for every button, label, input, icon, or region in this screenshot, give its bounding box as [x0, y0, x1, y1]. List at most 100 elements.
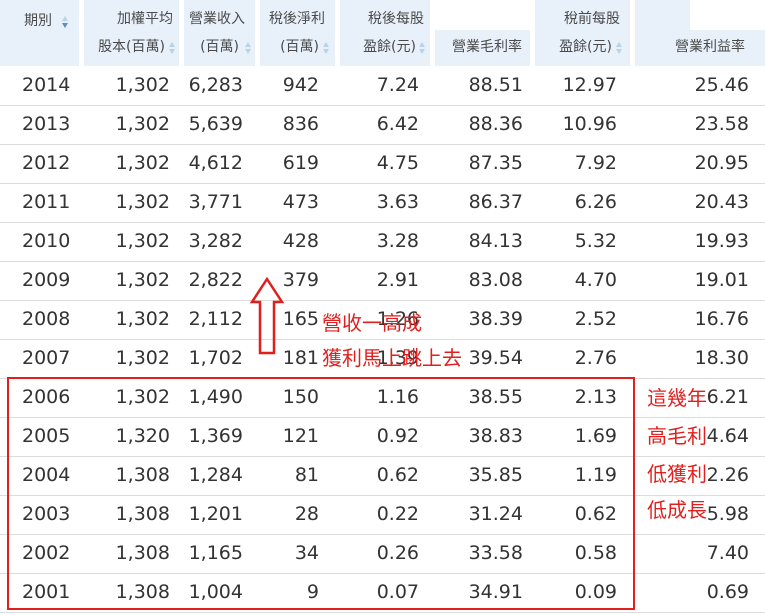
arrow-up-icon — [249, 276, 285, 355]
cell-net-income: 473 — [282, 191, 319, 213]
cell-gross-margin: 83.08 — [468, 269, 523, 291]
cell-eps-pre-tax: 2.76 — [574, 347, 617, 369]
cell-gross-margin: 88.51 — [468, 74, 523, 96]
header-operating-margin-label: 營業利益率 — [675, 39, 745, 55]
cell-net-income: 619 — [282, 152, 319, 174]
cell-revenue: 2,822 — [188, 269, 243, 291]
header-cell-eps-after-tax[interactable]: 稅後每股 盈餘(元) — [339, 0, 430, 66]
cell-operating-margin: 7.40 — [706, 542, 749, 564]
cell-eps-after-tax: 3.63 — [376, 191, 419, 213]
cell-revenue: 3,771 — [188, 191, 243, 213]
header-revenue-line2: (百萬) — [200, 39, 239, 55]
cell-net-income: 942 — [282, 74, 319, 96]
sort-icon[interactable] — [323, 42, 330, 54]
highlight-box — [7, 377, 635, 610]
cell-capital: 1,302 — [115, 152, 170, 174]
sort-icon[interactable] — [245, 42, 252, 54]
annotation-note: 這幾年 — [647, 386, 707, 410]
annotation-note: 低獲利 — [647, 462, 707, 486]
cell-revenue: 6,283 — [188, 74, 243, 96]
cell-operating-margin: 20.43 — [694, 191, 749, 213]
table-row: 2009 1,302 2,822 379 2.91 83.08 4.70 19.… — [0, 261, 765, 301]
header-eps-after-tax-line2: 盈餘(元) — [363, 39, 416, 55]
cell-operating-margin: 18.30 — [694, 347, 749, 369]
table-row: 2010 1,302 3,282 428 3.28 84.13 5.32 19.… — [0, 222, 765, 262]
header-capital-line1: 加權平均 — [117, 11, 173, 27]
cell-revenue: 5,639 — [188, 113, 243, 135]
header-cell-period[interactable]: 期別 — [0, 0, 79, 66]
cell-capital: 1,302 — [115, 191, 170, 213]
cell-capital: 1,302 — [115, 269, 170, 291]
header-revenue-line1: 營業收入 — [189, 11, 245, 27]
cell-eps-pre-tax: 4.70 — [574, 269, 617, 291]
cell-revenue: 2,112 — [188, 308, 243, 330]
annotation-note: 獲利馬上跳上去 — [322, 346, 462, 370]
cell-eps-after-tax: 7.24 — [376, 74, 419, 96]
cell-gross-margin: 86.37 — [468, 191, 523, 213]
cell-eps-pre-tax: 5.32 — [574, 230, 617, 252]
cell-eps-after-tax: 3.28 — [376, 230, 419, 252]
annotation-note: 營收一高成 — [322, 311, 422, 335]
cell-gross-margin: 38.39 — [468, 308, 523, 330]
cell-capital: 1,302 — [115, 74, 170, 96]
cell-eps-pre-tax: 6.26 — [574, 191, 617, 213]
header-eps-pre-tax-line1: 稅前每股 — [564, 11, 620, 27]
cell-revenue: 3,282 — [188, 230, 243, 252]
cell-revenue: 1,702 — [188, 347, 243, 369]
cell-year: 2011 — [22, 191, 71, 213]
header-net-income-line1: 稅後淨利 — [269, 11, 325, 27]
cell-year: 2007 — [22, 347, 71, 369]
header-top-gap — [690, 0, 765, 30]
cell-operating-margin: 20.95 — [694, 152, 749, 174]
cell-net-income: 428 — [282, 230, 319, 252]
header-cell-revenue[interactable]: 營業收入 (百萬) — [183, 0, 255, 66]
annotation-note: 低成長 — [647, 498, 707, 522]
cell-net-income: 836 — [282, 113, 319, 135]
header-net-income-line2: (百萬) — [280, 39, 319, 55]
cell-gross-margin: 84.13 — [468, 230, 523, 252]
sort-icon[interactable] — [419, 42, 426, 54]
cell-year: 2009 — [22, 269, 71, 291]
header-cell-net-income[interactable]: 稅後淨利 (百萬) — [259, 0, 335, 66]
header-cell-capital[interactable]: 加權平均 股本(百萬) — [83, 0, 179, 66]
cell-year: 2013 — [22, 113, 71, 135]
cell-year: 2014 — [22, 74, 71, 96]
cell-capital: 1,302 — [115, 308, 170, 330]
cell-capital: 1,302 — [115, 347, 170, 369]
cell-operating-margin: 19.01 — [694, 269, 749, 291]
sort-icon[interactable] — [616, 42, 623, 54]
cell-eps-after-tax: 4.75 — [376, 152, 419, 174]
cell-revenue: 4,612 — [188, 152, 243, 174]
table-row: 2014 1,302 6,283 942 7.24 88.51 12.97 25… — [0, 66, 765, 106]
header-cell-gross-margin[interactable]: 營業毛利率 — [434, 30, 530, 66]
sort-icon[interactable] — [62, 16, 69, 28]
header-cell-eps-pre-tax[interactable]: 稅前每股 盈餘(元) — [534, 0, 630, 66]
header-top-gap — [434, 0, 530, 30]
cell-operating-margin: 25.46 — [694, 74, 749, 96]
header-period-label: 期別 — [24, 13, 52, 29]
sort-icon[interactable] — [169, 42, 176, 54]
cell-operating-margin: 0.69 — [706, 581, 749, 603]
table-row: 2011 1,302 3,771 473 3.63 86.37 6.26 20.… — [0, 183, 765, 223]
annotation-note: 高毛利 — [647, 424, 707, 448]
cell-eps-pre-tax: 12.97 — [562, 74, 617, 96]
table-header: 期別 加權平均 股本(百萬) 營業收入 (百萬) 稅後淨利 (百萬) 稅後每股 … — [0, 0, 765, 66]
table-row: 2013 1,302 5,639 836 6.42 88.36 10.96 23… — [0, 105, 765, 145]
cell-year: 2010 — [22, 230, 71, 252]
cell-eps-after-tax: 6.42 — [376, 113, 419, 135]
cell-eps-after-tax: 2.91 — [376, 269, 419, 291]
cell-gross-margin: 88.36 — [468, 113, 523, 135]
cell-capital: 1,302 — [115, 113, 170, 135]
cell-eps-pre-tax: 2.52 — [574, 308, 617, 330]
cell-capital: 1,302 — [115, 230, 170, 252]
header-cell-operating-margin[interactable]: 營業利益率 — [634, 30, 765, 66]
cell-gross-margin: 87.35 — [468, 152, 523, 174]
header-eps-after-tax-line1: 稅後每股 — [368, 11, 424, 27]
cell-eps-pre-tax: 10.96 — [562, 113, 617, 135]
cell-year: 2008 — [22, 308, 71, 330]
cell-eps-pre-tax: 7.92 — [574, 152, 617, 174]
header-capital-line2: 股本(百萬) — [98, 39, 165, 55]
header-blank — [634, 0, 690, 30]
table-row: 2012 1,302 4,612 619 4.75 87.35 7.92 20.… — [0, 144, 765, 184]
cell-operating-margin: 19.93 — [694, 230, 749, 252]
